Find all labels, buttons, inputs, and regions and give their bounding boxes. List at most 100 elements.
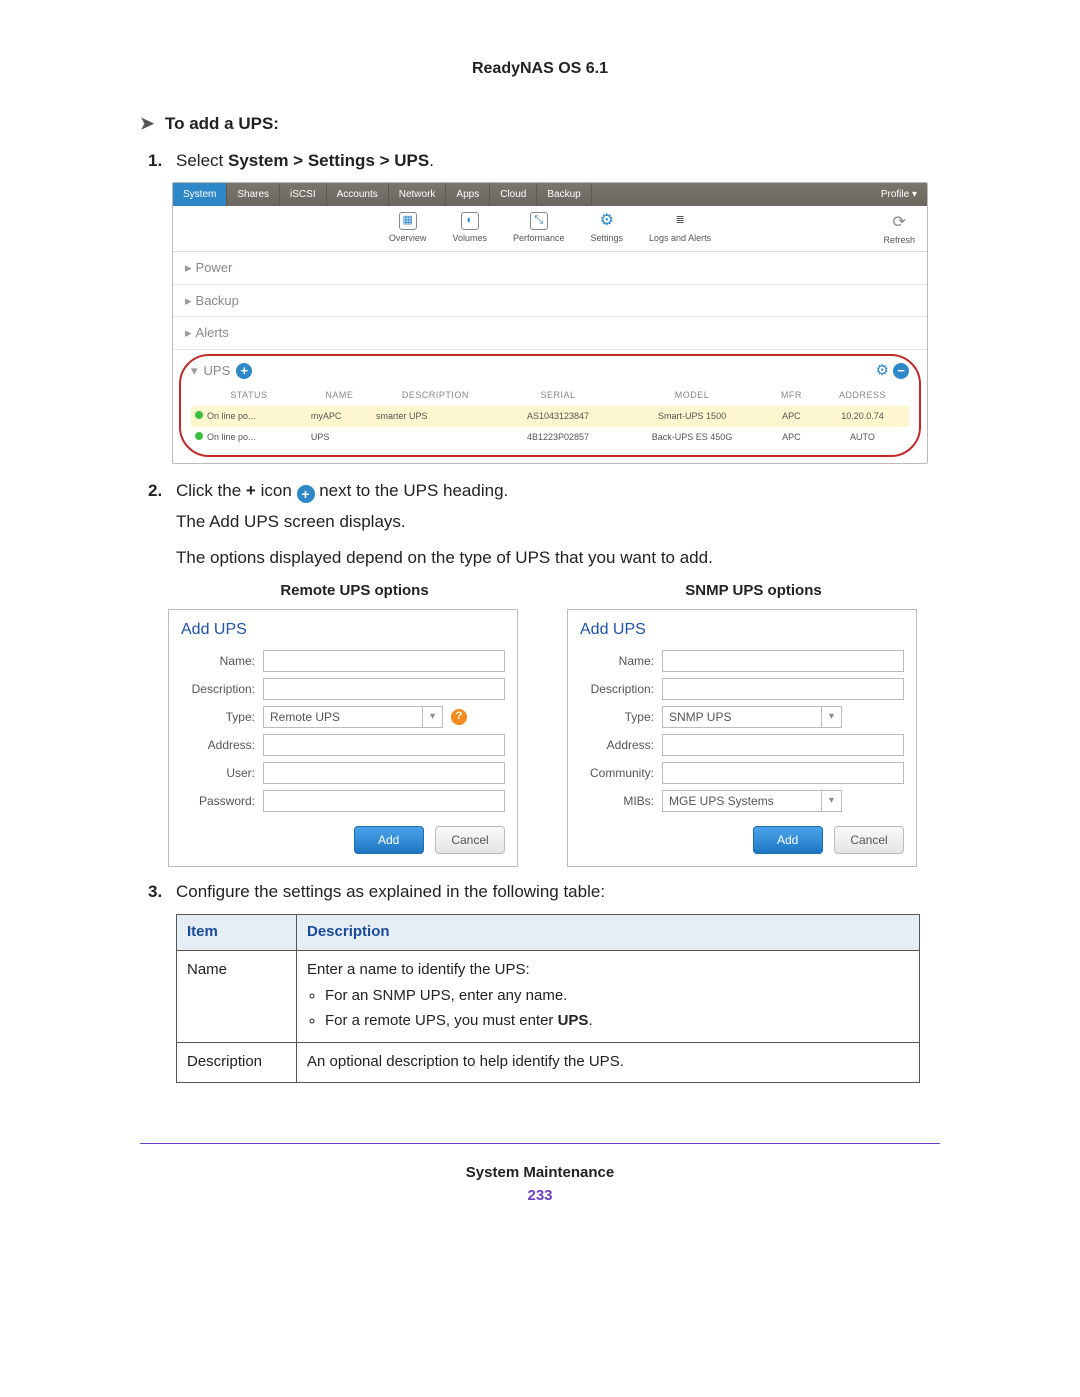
- chevron-right-icon: ▸: [185, 293, 192, 308]
- step2-bold: +: [246, 481, 256, 500]
- tab-accounts[interactable]: Accounts: [327, 183, 389, 206]
- cell: AUTO: [816, 427, 909, 449]
- cell-desc: An optional description to help identify…: [297, 1043, 920, 1083]
- table-row[interactable]: On line po... myAPC smarter UPS AS104312…: [191, 406, 909, 428]
- section-alerts-label: Alerts: [196, 325, 229, 340]
- step-number: 1.: [148, 148, 162, 174]
- toolbar-logs-label: Logs and Alerts: [649, 233, 711, 243]
- toolbar-settings-label: Settings: [591, 233, 624, 243]
- tab-network[interactable]: Network: [389, 183, 447, 206]
- tab-backup[interactable]: Backup: [537, 183, 591, 206]
- type-value: Remote UPS: [270, 708, 340, 726]
- table-row[interactable]: On line po... UPS 4B1223P02857 Back-UPS …: [191, 427, 909, 449]
- step2-mid: icon: [256, 481, 297, 500]
- type-value: SNMP UPS: [669, 708, 731, 726]
- step-3: 3. Configure the settings as explained i…: [176, 879, 940, 1083]
- volumes-icon: ◐: [461, 212, 479, 230]
- chevron-right-icon: ▸: [185, 325, 192, 340]
- arrow-icon: ➤: [140, 114, 154, 133]
- status-dot-icon: [195, 432, 203, 440]
- section-heading: ➤ To add a UPS:: [140, 114, 940, 134]
- cell: myAPC: [307, 406, 372, 428]
- cell: UPS: [307, 427, 372, 449]
- address-input[interactable]: [662, 734, 904, 756]
- col-name: NAME: [307, 386, 372, 406]
- add-button[interactable]: Add: [753, 826, 823, 854]
- toolbar-refresh[interactable]: ⟳Refresh: [883, 214, 915, 248]
- settings-table: Item Description Name Enter a name to id…: [176, 914, 920, 1083]
- bullet: For an SNMP UPS, enter any name.: [325, 985, 909, 1008]
- chevron-down-icon: ▾: [191, 361, 198, 381]
- ups-gear-icon[interactable]: ⚙: [876, 360, 889, 383]
- cell: AS1043123847: [499, 406, 617, 428]
- add-button[interactable]: Add: [354, 826, 424, 854]
- type-label: Type:: [580, 708, 662, 726]
- mibs-value: MGE UPS Systems: [669, 792, 774, 810]
- cell-item: Name: [177, 950, 297, 1043]
- description-input[interactable]: [662, 678, 904, 700]
- type-select[interactable]: Remote UPS▾: [263, 706, 443, 728]
- chevron-down-icon: ▾: [821, 707, 841, 727]
- table-row: Description An optional description to h…: [177, 1043, 920, 1083]
- user-label: User:: [181, 764, 263, 782]
- tab-shares[interactable]: Shares: [227, 183, 280, 206]
- community-input[interactable]: [662, 762, 904, 784]
- add-ups-icon[interactable]: +: [236, 363, 252, 379]
- dialog-heading: Add UPS: [580, 618, 904, 642]
- plus-circle-icon: +: [297, 485, 315, 503]
- col-serial: SERIAL: [499, 386, 617, 406]
- main-tabs: System Shares iSCSI Accounts Network App…: [173, 183, 927, 206]
- name-input[interactable]: [263, 650, 505, 672]
- chevron-right-icon: ▸: [185, 260, 192, 275]
- cancel-button[interactable]: Cancel: [435, 826, 505, 854]
- refresh-icon: ⟳: [890, 214, 908, 232]
- toolbar-performance[interactable]: ⤡Performance: [513, 212, 565, 246]
- section-alerts[interactable]: ▸ Alerts: [173, 317, 927, 350]
- toolbar-overview-label: Overview: [389, 233, 427, 243]
- profile-menu[interactable]: Profile ▾: [871, 183, 927, 206]
- step1-prefix: Select: [176, 151, 228, 170]
- cell: smarter UPS: [372, 406, 499, 428]
- toolbar-overview[interactable]: ▦Overview: [389, 212, 427, 246]
- performance-icon: ⤡: [530, 212, 548, 230]
- cell: On line po...: [207, 432, 256, 442]
- address-input[interactable]: [263, 734, 505, 756]
- toolbar-logs[interactable]: ≣ Logs and Alerts: [649, 212, 711, 246]
- bullet-text: For an SNMP UPS, enter any name.: [325, 987, 567, 1004]
- name-input[interactable]: [662, 650, 904, 672]
- name-label: Name:: [580, 652, 662, 670]
- name-label: Name:: [181, 652, 263, 670]
- step2-line3: The options displayed depend on the type…: [176, 545, 940, 571]
- footer-rule: [140, 1143, 940, 1144]
- password-input[interactable]: [263, 790, 505, 812]
- user-input[interactable]: [263, 762, 505, 784]
- list-icon: ≣: [671, 212, 689, 230]
- description-label: Description:: [181, 680, 263, 698]
- cell: Smart-UPS 1500: [617, 406, 767, 428]
- col-address: ADDRESS: [816, 386, 909, 406]
- toolbar-volumes[interactable]: ◐Volumes: [452, 212, 487, 246]
- step-number: 2.: [148, 478, 162, 504]
- help-icon[interactable]: ?: [451, 709, 467, 725]
- password-label: Password:: [181, 792, 263, 810]
- sub-toolbar: ▦Overview ◐Volumes ⤡Performance ⚙Setting…: [173, 206, 927, 253]
- tab-iscsi[interactable]: iSCSI: [280, 183, 327, 206]
- remove-ups-icon[interactable]: −: [893, 363, 909, 379]
- tab-system[interactable]: System: [173, 183, 227, 206]
- section-power[interactable]: ▸Power: [173, 252, 927, 285]
- cell: On line po...: [207, 411, 256, 421]
- toolbar-settings[interactable]: ⚙Settings: [591, 212, 624, 246]
- tab-apps[interactable]: Apps: [446, 183, 490, 206]
- cell: Back-UPS ES 450G: [617, 427, 767, 449]
- type-label: Type:: [181, 708, 263, 726]
- tab-cloud[interactable]: Cloud: [490, 183, 537, 206]
- cancel-button[interactable]: Cancel: [834, 826, 904, 854]
- footer-page-number: 233: [140, 1187, 940, 1204]
- description-input[interactable]: [263, 678, 505, 700]
- mibs-select[interactable]: MGE UPS Systems ▾: [662, 790, 842, 812]
- section-backup[interactable]: ▸Backup: [173, 285, 927, 318]
- step1-path: System > Settings > UPS: [228, 151, 429, 170]
- chevron-down-icon: ▾: [821, 791, 841, 811]
- description-label: Description:: [580, 680, 662, 698]
- type-select[interactable]: SNMP UPS ▾: [662, 706, 842, 728]
